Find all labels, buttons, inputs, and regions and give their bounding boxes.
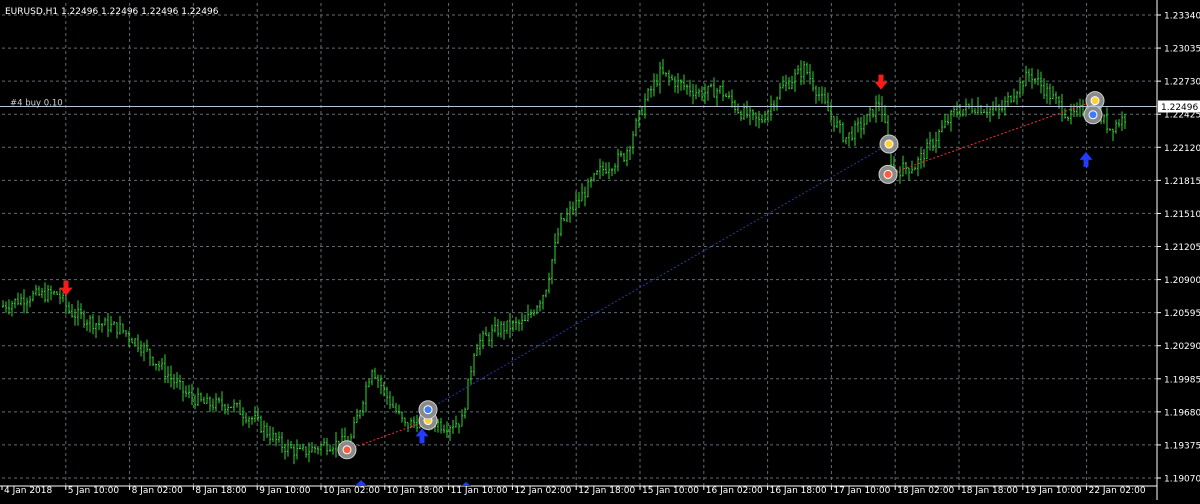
x-tick-label: 15 Jan 10:00 [642, 486, 699, 496]
y-tick-label: 1.19985 [1164, 375, 1200, 385]
y-tick-label: 1.19680 [1164, 408, 1200, 418]
trade-marker-icon [1088, 110, 1098, 120]
x-tick-label: 5 Jan 10:00 [68, 486, 120, 496]
sell-arrow-icon [59, 280, 73, 296]
x-tick-label: 10 Jan 02:00 [323, 486, 380, 496]
buy-arrow-icon [1079, 151, 1093, 167]
trade-marker-icon [342, 445, 352, 455]
x-tick-label: 18 Jan 02:00 [897, 486, 954, 496]
sell-arrow-icon [874, 74, 888, 90]
trade-marker-icon [1090, 96, 1100, 106]
x-tick-label: 17 Jan 10:00 [833, 486, 890, 496]
x-tick-label: 11 Jan 10:00 [451, 486, 508, 496]
time-axis: 4 Jan 2018 5 Jan 10:00 8 Jan 02:00 8 Jan 18… [1, 486, 1146, 496]
y-tick-label: 1.21510 [1164, 210, 1200, 220]
x-tick-label: 12 Jan 18:00 [578, 486, 635, 496]
y-tick-label: 1.19070 [1164, 475, 1200, 485]
y-tick-label: 1.20290 [1164, 342, 1200, 352]
y-tick-label: 1.21205 [1164, 243, 1200, 253]
y-tick-label: 1.20595 [1164, 309, 1200, 319]
y-tick-label: 1.20900 [1164, 276, 1200, 286]
y-tick-label: 1.22730 [1164, 78, 1200, 88]
trade-marker-icon [423, 405, 433, 415]
x-tick-label: 10 Jan 18:00 [387, 486, 444, 496]
y-tick-label: 1.21815 [1164, 177, 1200, 187]
x-tick-label: 12 Jan 02:00 [514, 486, 571, 496]
trade-line [427, 143, 890, 411]
symbol-header: EURUSD,H1 1.22496 1.22496 1.22496 1.2249… [5, 7, 219, 17]
price-bars [2, 58, 1126, 465]
x-tick-label: 18 Jan 18:00 [961, 486, 1018, 496]
y-tick-label: 1.22120 [1164, 144, 1200, 154]
y-tick-label: 1.19375 [1164, 441, 1200, 451]
position-label: #4 buy 0.10 [10, 99, 63, 109]
trade-markers [337, 91, 1105, 460]
y-tick-label: 1.23035 [1164, 45, 1200, 55]
trade-line [887, 100, 1096, 175]
x-tick-label: 8 Jan 18:00 [195, 486, 247, 496]
x-tick-label: 16 Jan 18:00 [770, 486, 827, 496]
current-price-label: 1.22496 [1161, 103, 1198, 113]
x-tick-label: 4 Jan 2018 [4, 486, 52, 496]
chart-window[interactable]: 1.23340 1.23035 1.22730 1.22425 1.22120 1.218… [0, 0, 1200, 500]
x-tick-label: 8 Jan 02:00 [132, 486, 184, 496]
x-tick-label: 9 Jan 10:00 [259, 486, 311, 496]
trade-lines [346, 100, 1096, 451]
price-chart[interactable]: 1.233401.230351.227301.224251.221201.218… [0, 0, 1200, 500]
y-tick-label: 1.23340 [1164, 12, 1200, 22]
x-tick-label: 16 Jan 02:00 [706, 486, 763, 496]
price-axis: 1.233401.230351.227301.224251.221201.218… [1157, 12, 1200, 485]
x-tick-label: 19 Jan 10:00 [1025, 486, 1082, 496]
x-tick-label: 22 Jan 02:00 [1089, 486, 1146, 496]
trade-marker-icon [884, 139, 894, 149]
chart-grid [0, 0, 1158, 500]
trade-marker-icon [883, 169, 893, 179]
